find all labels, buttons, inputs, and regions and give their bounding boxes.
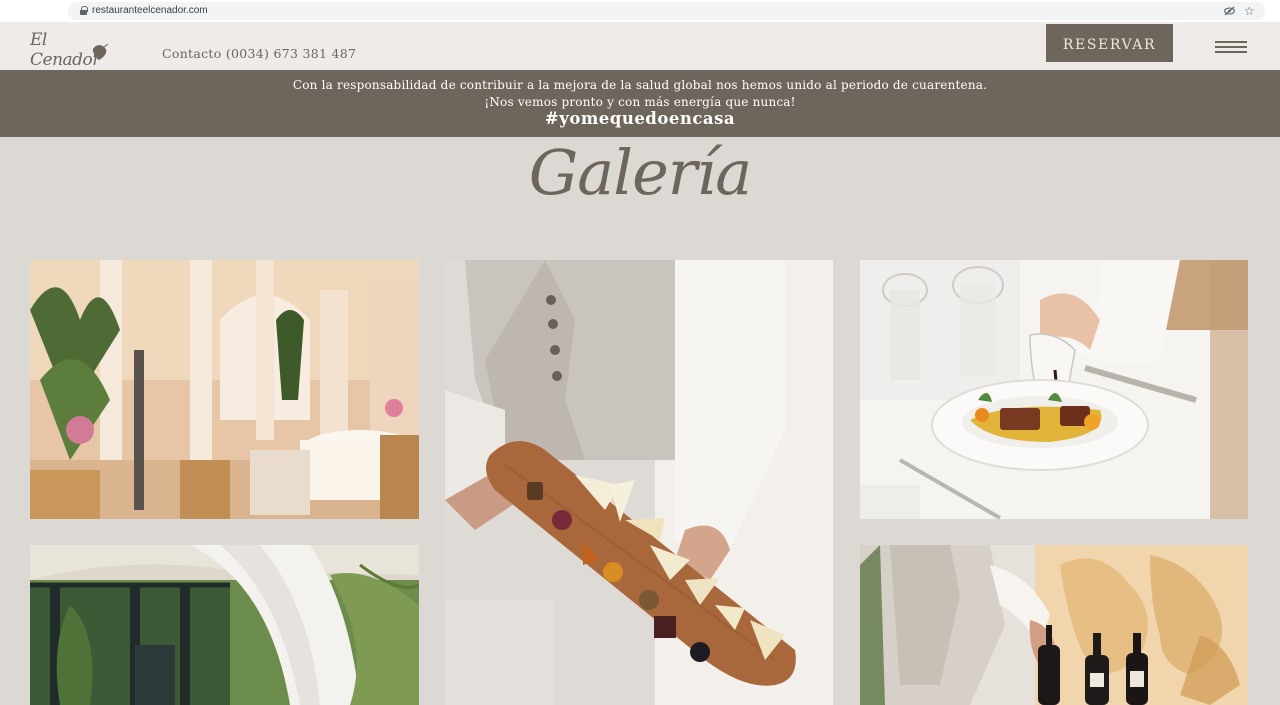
lock-icon — [80, 6, 88, 15]
address-bar[interactable]: restauranteelcenador.com ☆ — [68, 2, 1265, 20]
gallery-photo-dining-room[interactable] — [30, 260, 419, 519]
site-logo[interactable]: El Cenador — [30, 27, 110, 70]
gallery-photo-terrace[interactable] — [30, 545, 419, 705]
bookmark-star-icon[interactable]: ☆ — [1244, 3, 1255, 19]
contact-phone-link[interactable]: Contacto (0034) 673 381 487 — [162, 46, 356, 61]
banner-hashtag: #yomequedoencasa — [544, 109, 736, 128]
quarantine-banner: Con la responsabilidad de contribuir a l… — [0, 70, 1280, 137]
grape-leaf-icon — [92, 43, 109, 60]
eye-off-icon[interactable] — [1224, 6, 1235, 16]
reserve-button[interactable]: RESERVAR — [1046, 24, 1173, 62]
address-url[interactable]: restauranteelcenador.com — [92, 5, 208, 16]
browser-toolbar: restauranteelcenador.com ☆ — [0, 0, 1280, 22]
gallery-photo-plated-dish[interactable] — [860, 260, 1248, 519]
site-header: El Cenador Contacto (0034) 673 381 487 R… — [0, 22, 1280, 70]
gallery-photo-cheese-board[interactable] — [445, 260, 833, 705]
hamburger-menu-icon[interactable] — [1214, 39, 1248, 55]
gallery-photo-wine-service[interactable] — [860, 545, 1248, 705]
banner-line-1: Con la responsabilidad de contribuir a l… — [292, 78, 988, 92]
gallery-title: Galería — [528, 136, 752, 209]
banner-line-2: ¡Nos vemos pronto y con más energía que … — [484, 95, 796, 109]
